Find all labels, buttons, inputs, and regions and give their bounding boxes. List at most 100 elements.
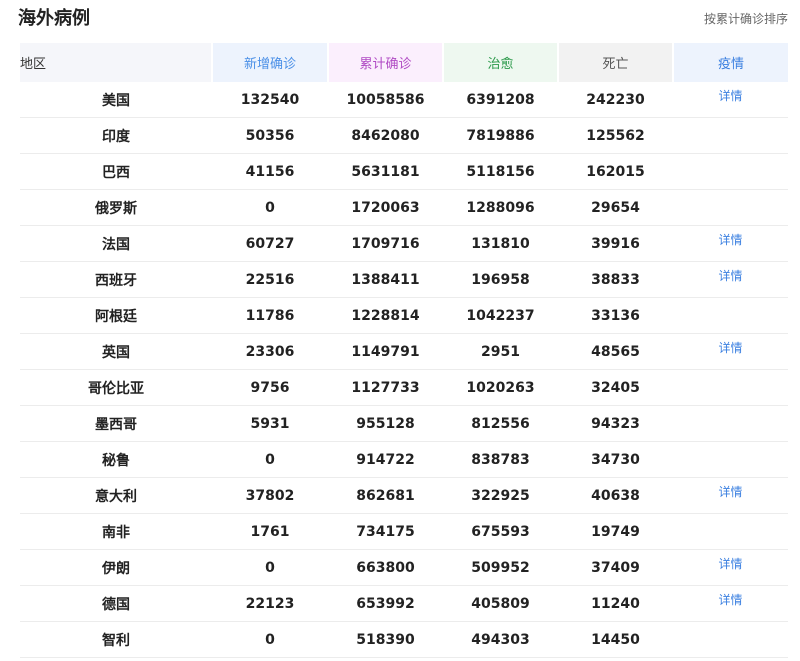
cell-total-confirmed: 10058586: [328, 82, 443, 118]
cell-cured: 2951: [443, 333, 558, 370]
detail-link[interactable]: 详情: [718, 341, 742, 355]
cell-new-confirmed: 60727: [212, 225, 328, 262]
table-row: 阿根廷 11786 1228814 1042237 33136: [20, 297, 788, 334]
cell-new-confirmed: 50356: [212, 117, 328, 154]
cell-epidemic: [673, 297, 788, 334]
cell-deaths: 19749: [558, 513, 673, 550]
cell-epidemic: [673, 405, 788, 442]
cases-table: 地区 新增确诊 累计确诊 治愈 死亡 疫情 美国 132540 10058586 63…: [20, 43, 788, 658]
cell-deaths: 39916: [558, 225, 673, 262]
cell-new-confirmed: 11786: [212, 297, 328, 334]
cell-region: 阿根廷: [20, 297, 212, 334]
table-row: 印度 50356 8462080 7819886 125562: [20, 117, 788, 154]
cell-total-confirmed: 663800: [328, 549, 443, 586]
cell-region: 伊朗: [20, 549, 212, 586]
cell-cured: 675593: [443, 513, 558, 550]
cell-region: 意大利: [20, 477, 212, 514]
table-row: 南非 1761 734175 675593 19749: [20, 513, 788, 550]
cell-deaths: 29654: [558, 189, 673, 226]
cell-new-confirmed: 9756: [212, 369, 328, 406]
cell-total-confirmed: 734175: [328, 513, 443, 550]
detail-link[interactable]: 详情: [718, 233, 742, 247]
table-row: 墨西哥 5931 955128 812556 94323: [20, 405, 788, 442]
cell-total-confirmed: 1127733: [328, 369, 443, 406]
cell-total-confirmed: 1709716: [328, 225, 443, 262]
cell-deaths: 40638: [558, 477, 673, 514]
cell-deaths: 38833: [558, 261, 673, 298]
cell-deaths: 33136: [558, 297, 673, 334]
column-header-cured[interactable]: 治愈: [443, 43, 559, 82]
cell-cured: 6391208: [443, 82, 558, 118]
overseas-cases-panel: 海外病例 按累计确诊排序 地区 新增确诊 累计确诊 治愈 死亡 疫情 美国 132…: [0, 0, 800, 661]
table-row: 哥伦比亚 9756 1127733 1020263 32405: [20, 369, 788, 406]
cell-deaths: 32405: [558, 369, 673, 406]
cell-epidemic: [673, 441, 788, 478]
cell-cured: 812556: [443, 405, 558, 442]
detail-link[interactable]: 详情: [718, 269, 742, 283]
cell-total-confirmed: 1388411: [328, 261, 443, 298]
detail-link[interactable]: 详情: [718, 89, 742, 103]
cell-deaths: 34730: [558, 441, 673, 478]
cell-cured: 405809: [443, 585, 558, 622]
sort-by-total-link[interactable]: 按累计确诊排序: [704, 10, 788, 28]
table-row: 西班牙 22516 1388411 196958 38833 详情: [20, 261, 788, 298]
cell-new-confirmed: 22123: [212, 585, 328, 622]
detail-link[interactable]: 详情: [718, 485, 742, 499]
table-row: 秘鲁 0 914722 838783 34730: [20, 441, 788, 478]
cell-total-confirmed: 914722: [328, 441, 443, 478]
cell-total-confirmed: 8462080: [328, 117, 443, 154]
column-header-total-confirmed[interactable]: 累计确诊: [328, 43, 444, 82]
table-row: 英国 23306 1149791 2951 48565 详情: [20, 333, 788, 370]
cell-region: 印度: [20, 117, 212, 154]
cell-total-confirmed: 1228814: [328, 297, 443, 334]
cell-new-confirmed: 0: [212, 189, 328, 226]
cell-epidemic: [673, 369, 788, 406]
cell-epidemic: 详情: [673, 261, 788, 298]
cell-total-confirmed: 5631181: [328, 153, 443, 190]
cell-epidemic: 详情: [673, 82, 788, 118]
column-header-region: 地区: [20, 43, 213, 82]
cell-region: 俄罗斯: [20, 189, 212, 226]
detail-link[interactable]: 详情: [718, 557, 742, 571]
cell-deaths: 94323: [558, 405, 673, 442]
cell-new-confirmed: 1761: [212, 513, 328, 550]
cell-new-confirmed: 0: [212, 549, 328, 586]
cell-epidemic: [673, 513, 788, 550]
column-header-deaths[interactable]: 死亡: [558, 43, 674, 82]
table-row: 智利 0 518390 494303 14450: [20, 621, 788, 658]
cell-total-confirmed: 862681: [328, 477, 443, 514]
cell-cured: 196958: [443, 261, 558, 298]
detail-link[interactable]: 详情: [718, 593, 742, 607]
cell-new-confirmed: 132540: [212, 82, 328, 118]
cell-total-confirmed: 955128: [328, 405, 443, 442]
cell-deaths: 11240: [558, 585, 673, 622]
cell-cured: 131810: [443, 225, 558, 262]
table-row: 伊朗 0 663800 509952 37409 详情: [20, 549, 788, 586]
cell-new-confirmed: 22516: [212, 261, 328, 298]
cell-region: 西班牙: [20, 261, 212, 298]
cell-epidemic: 详情: [673, 477, 788, 514]
cell-deaths: 48565: [558, 333, 673, 370]
cell-cured: 1042237: [443, 297, 558, 334]
cell-deaths: 14450: [558, 621, 673, 658]
cell-total-confirmed: 1720063: [328, 189, 443, 226]
cell-epidemic: [673, 189, 788, 226]
cell-epidemic: 详情: [673, 333, 788, 370]
cell-region: 智利: [20, 621, 212, 658]
cell-epidemic: 详情: [673, 585, 788, 622]
cell-new-confirmed: 5931: [212, 405, 328, 442]
cell-cured: 509952: [443, 549, 558, 586]
cell-total-confirmed: 653992: [328, 585, 443, 622]
table-row: 意大利 37802 862681 322925 40638 详情: [20, 477, 788, 514]
cell-deaths: 125562: [558, 117, 673, 154]
table-body: 美国 132540 10058586 6391208 242230 详情 印度 50356 84…: [20, 82, 788, 658]
column-header-epidemic: 疫情: [673, 43, 788, 82]
cell-region: 巴西: [20, 153, 212, 190]
cell-new-confirmed: 41156: [212, 153, 328, 190]
table-row: 俄罗斯 0 1720063 1288096 29654: [20, 189, 788, 226]
table-header-row: 地区 新增确诊 累计确诊 治愈 死亡 疫情: [20, 43, 788, 82]
cell-epidemic: [673, 153, 788, 190]
column-header-new-confirmed[interactable]: 新增确诊: [212, 43, 329, 82]
cell-epidemic: 详情: [673, 549, 788, 586]
cell-cured: 1020263: [443, 369, 558, 406]
